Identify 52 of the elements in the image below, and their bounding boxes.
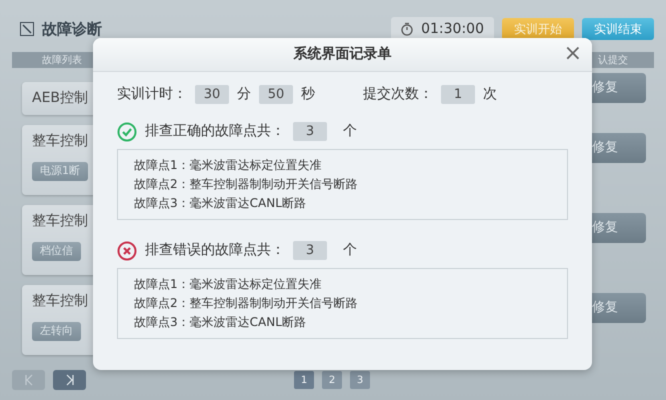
fault-card[interactable]: 整车控制 档位信	[22, 205, 93, 275]
repair-button[interactable]: 修复	[590, 133, 646, 163]
unit-label: 秒	[301, 85, 315, 104]
close-button[interactable]: ×	[562, 42, 584, 66]
last-page-icon	[64, 374, 74, 386]
start-button[interactable]: 实训开始	[502, 18, 574, 40]
fault-title: 整车控制	[32, 132, 88, 151]
unit-label: 次	[483, 85, 497, 104]
timing-label: 实训计时：	[117, 85, 187, 104]
first-page-icon	[24, 374, 34, 386]
repair-button[interactable]: 修复	[590, 293, 646, 323]
repair-button[interactable]: 修复	[590, 73, 646, 103]
unit-label: 个	[343, 122, 357, 141]
fault-tag: 左转向	[32, 322, 81, 340]
fault-item: 故障点1：毫米波雷达标定位置失准	[134, 276, 323, 293]
fault-card[interactable]: 整车控制 电源1断	[22, 125, 93, 195]
count-field: 3	[293, 240, 327, 260]
fault-title: 整车控制	[32, 212, 88, 231]
unit-label: 分	[237, 85, 251, 104]
fault-item: 故障点3：毫米波雷达CANL断路	[134, 314, 307, 331]
cross-circle-icon	[117, 240, 137, 260]
page-button[interactable]: 3	[350, 371, 370, 389]
end-button[interactable]: 实训结束	[582, 18, 654, 40]
fault-card[interactable]: 整车控制 左转向	[22, 285, 93, 355]
fault-tag: 电源1断	[32, 162, 88, 180]
stopwatch-icon	[401, 22, 414, 36]
unit-label: 个	[343, 241, 357, 260]
repair-button[interactable]: 修复	[590, 213, 646, 243]
fault-tag: 档位信	[32, 242, 81, 260]
page-button[interactable]: 1	[294, 371, 314, 389]
dialog-title: 系统界面记录单	[294, 45, 392, 64]
minutes-field: 30	[195, 84, 229, 104]
page-button[interactable]: 2	[322, 371, 342, 389]
timer-text: 01:30:00	[421, 20, 484, 38]
column-header: 故障列表	[42, 54, 82, 68]
fault-title: AEB控制	[32, 89, 88, 108]
seconds-field: 50	[259, 84, 293, 104]
section-label: 排查错误的故障点共：	[145, 241, 285, 260]
column-header: 认提交	[598, 54, 628, 68]
fault-item: 故障点2：整车控制器制制动开关信号断路	[134, 295, 359, 312]
count-field: 3	[293, 122, 327, 142]
app-title: 故障诊断	[42, 18, 102, 40]
check-circle-icon	[117, 122, 137, 142]
last-page-button[interactable]	[53, 370, 86, 390]
section-label: 排查正确的故障点共：	[145, 122, 285, 141]
submit-count-label: 提交次数：	[363, 85, 433, 104]
fault-item: 故障点3：毫米波雷达CANL断路	[134, 195, 307, 212]
submit-count-field: 1	[441, 84, 475, 104]
fault-title: 整车控制	[32, 292, 88, 311]
fault-card[interactable]: AEB控制	[22, 82, 93, 115]
fault-item: 故障点1：毫米波雷达标定位置失准	[134, 157, 323, 174]
fault-item: 故障点2：整车控制器制制动开关信号断路	[134, 176, 359, 193]
